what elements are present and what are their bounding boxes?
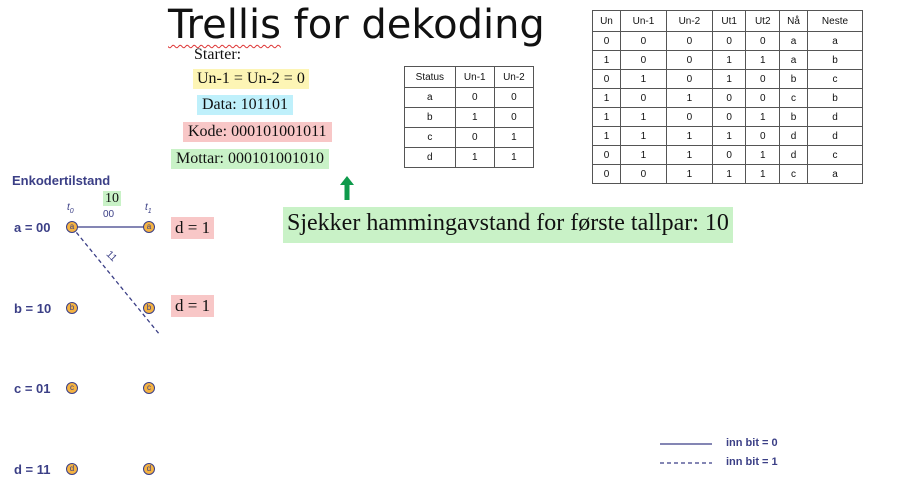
distance-box-a: d = 1 — [171, 217, 215, 239]
node-t0-d: d — [66, 463, 78, 475]
node-t0-c: c — [66, 382, 78, 394]
node-t1-c: c — [143, 382, 155, 394]
node-t0-b: b — [66, 302, 78, 314]
legend-dashed-label: inn bit = 1 — [726, 456, 778, 468]
node-t1-d: d — [143, 463, 155, 475]
legend-solid-label: inn bit = 0 — [726, 437, 778, 449]
distance-box-b: d = 1 — [171, 295, 215, 317]
node-t0-a: a — [66, 221, 78, 233]
hamming-callout: Sjekker hammingavstand for første tallpa… — [283, 207, 733, 243]
branch-a-b-dashed — [71, 226, 161, 336]
node-t1-b: b — [143, 302, 155, 314]
node-t1-a: a — [143, 221, 155, 233]
